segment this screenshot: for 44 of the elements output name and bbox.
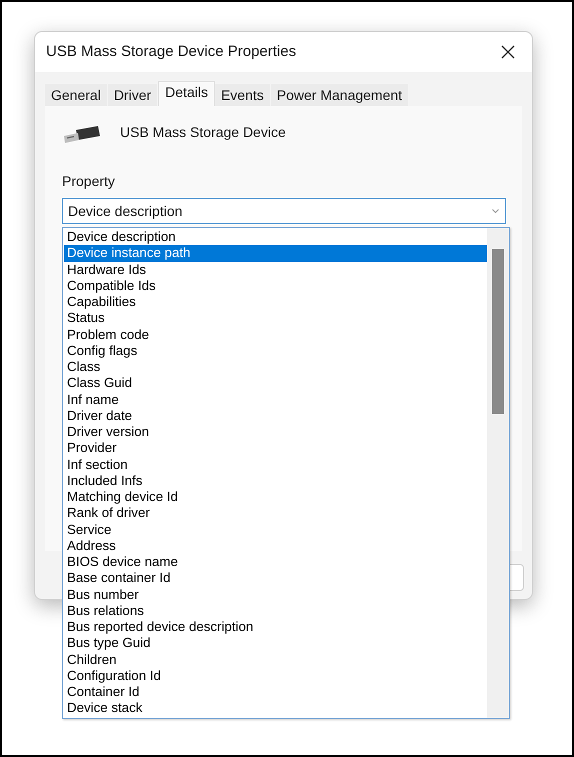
dropdown-option[interactable]: Service [64,522,487,538]
dropdown-option[interactable]: Inf name [64,392,487,408]
dropdown-option[interactable]: Children [64,652,487,668]
scrollbar-thumb[interactable] [492,249,504,414]
dropdown-option[interactable]: Inf section [64,456,487,473]
dropdown-option[interactable]: Status [64,310,487,326]
tab[interactable]: General [45,84,108,106]
dropdown-option[interactable]: Bus type Guid [64,635,487,652]
dropdown-option[interactable]: Base container Id [64,570,487,586]
dropdown-option[interactable]: Included Infs [64,472,487,489]
dropdown-option[interactable]: Device instance path [64,245,487,262]
window-title: USB Mass Storage Device Properties [46,42,296,62]
usb-plug-icon [62,124,102,146]
device-name: USB Mass Storage Device [120,122,286,142]
dropdown-option[interactable]: Rank of driver [64,505,487,522]
dropdown-option[interactable]: Class [64,359,487,376]
dropdown-option[interactable]: Configuration Id [64,668,487,684]
tab[interactable]: Events [214,84,271,106]
dropdown-option[interactable]: Matching device Id [64,489,487,506]
dropdown-option[interactable]: Bus relations [64,602,487,619]
dropdown-option[interactable]: Provider [64,440,487,456]
scrollbar[interactable] [487,228,509,718]
dropdown-option[interactable]: Container Id [64,684,487,700]
dropdown-option[interactable]: Config flags [64,342,487,359]
chevron-down-icon [492,208,499,214]
dropdown-option[interactable]: Problem code [64,326,487,343]
dropdown-option[interactable]: Bus number [64,586,487,603]
dropdown-option[interactable]: Hardware Ids [64,262,487,278]
property-dropdown[interactable]: Device description [62,198,506,224]
tab[interactable]: Details [158,81,215,106]
dropdown-option[interactable]: Capabilities [64,294,487,310]
dropdown-option[interactable]: Compatible Ids [64,278,487,294]
dropdown-option[interactable]: Class Guid [64,375,487,392]
close-icon [501,45,515,59]
property-label: Property [62,172,115,191]
dropdown-option[interactable]: Driver version [64,424,487,440]
dropdown-option[interactable]: Device description [64,229,487,246]
tab[interactable]: Power Management [270,84,410,106]
dropdown-option[interactable]: Driver date [64,408,487,424]
dropdown-option[interactable]: Bus reported device description [64,619,487,636]
tab[interactable]: Driver [108,84,158,106]
dropdown-option[interactable]: Address [64,538,487,554]
dropdown-option[interactable]: BIOS device name [64,554,487,570]
dropdown-option[interactable]: Device stack [64,700,487,716]
